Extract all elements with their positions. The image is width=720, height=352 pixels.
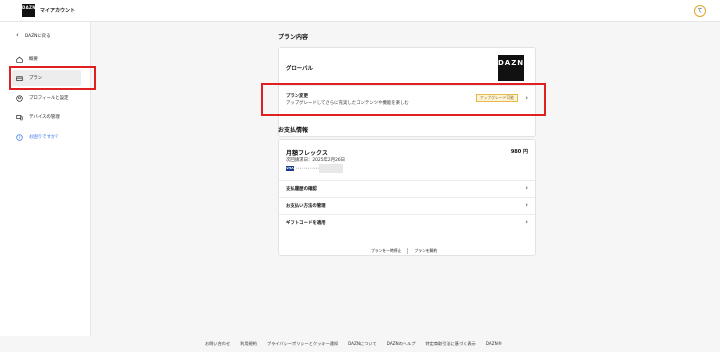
- chevron-left-icon: ‹: [16, 31, 19, 39]
- sidebar-item-plan[interactable]: プラン: [12, 70, 81, 86]
- footer-link-about[interactable]: DAZNについて: [348, 341, 377, 347]
- footer-link-terms[interactable]: 利用規約: [240, 341, 257, 347]
- next-billing-date: 次回請求日：2025年2月26日: [286, 158, 346, 163]
- plan-section-title: プラン内容: [278, 34, 309, 41]
- sidebar-item-overview[interactable]: 概要: [12, 51, 81, 67]
- footer-link-legal[interactable]: 特定商取引法に基づく表示: [425, 341, 475, 347]
- divider: [407, 248, 409, 254]
- profile-icon: [16, 94, 23, 102]
- plan-change-title: プラン変更: [286, 94, 308, 99]
- sidebar-item-label: プロフィールと設定: [29, 96, 69, 101]
- sidebar-item-devices[interactable]: デバイスの管理: [12, 109, 81, 125]
- top-header: DAZN マイアカウント て: [0, 0, 720, 22]
- back-to-dazn-link[interactable]: ‹ DAZNに戻る: [16, 32, 51, 39]
- footer-link-help[interactable]: DAZNのヘルプ: [387, 341, 416, 347]
- chevron-right-icon[interactable]: ›: [525, 95, 528, 102]
- sidebar-item-label: プラン: [29, 76, 43, 81]
- sidebar-item-label: お困りですか？: [29, 135, 60, 140]
- footer-links: お問い合わせ 利用規約 プライバシーポリシーとクッキー通知 DAZNについて D…: [205, 341, 512, 347]
- payment-history-link[interactable]: 支払履歴の確認: [286, 186, 317, 192]
- sidebar-item-profile[interactable]: プロフィールと設定: [12, 90, 81, 106]
- sidebar: ‹ DAZNに戻る 概要 プラン プロフィールと設定 デバイスの管理 ? お困り…: [0, 22, 91, 336]
- payment-section-title: お支払情報: [278, 127, 309, 134]
- plan-card: グローバル DAZN プラン変更 アップグレードしてさらに充実したコンテンツや機…: [278, 47, 536, 137]
- subscription-price: 980 円: [510, 149, 528, 155]
- dazn-plan-logo: DAZN: [498, 55, 524, 81]
- sidebar-item-label: 概要: [29, 57, 38, 62]
- cancel-plan-link[interactable]: プランを解約: [414, 248, 437, 254]
- payment-method-link[interactable]: お支払い方法の管理: [286, 203, 326, 209]
- logo-text: DAZN: [22, 5, 36, 10]
- plan-name: グローバル: [286, 66, 313, 72]
- home-icon: [16, 56, 23, 63]
- footer-copyright: DAZN®: [485, 341, 502, 346]
- card-icon: [16, 75, 23, 81]
- footer-link-privacy[interactable]: プライバシーポリシーとクッキー通知: [267, 341, 338, 347]
- plan-footer-actions: プランを一時停止 プランを解約: [371, 248, 437, 254]
- page-title: マイアカウント: [40, 8, 76, 14]
- divider: [279, 85, 535, 86]
- dazn-plan-logo-text: DAZN: [498, 59, 525, 67]
- chevron-right-icon[interactable]: ›: [525, 202, 528, 209]
- dazn-logo[interactable]: DAZN: [22, 4, 36, 17]
- chevron-right-icon[interactable]: ›: [525, 185, 528, 192]
- subscription-plan: 月額フレックス: [286, 150, 328, 157]
- card-number: •••• •••• ••••: [296, 166, 320, 170]
- divider: [279, 180, 535, 181]
- sidebar-item-label: デバイスの管理: [29, 115, 60, 120]
- plan-change-description: アップグレードしてさらに充実したコンテンツや機能を楽しむ: [286, 101, 409, 106]
- pause-plan-link[interactable]: プランを一時停止: [371, 248, 401, 254]
- devices-icon: [16, 114, 23, 120]
- footer-link-contact[interactable]: お問い合わせ: [205, 341, 230, 347]
- gift-code-link[interactable]: ギフトコードを適用: [286, 220, 326, 226]
- divider: [279, 197, 535, 198]
- svg-text:?: ?: [18, 135, 20, 140]
- payment-card: 月額フレックス 980 円 次回請求日：2025年2月26日 VISA ••••…: [278, 139, 536, 256]
- visa-icon: VISA: [286, 166, 294, 171]
- upgrade-available-badge: アップグレード可能: [475, 94, 518, 102]
- divider: [279, 214, 535, 215]
- avatar[interactable]: て: [694, 5, 706, 17]
- card-mask: [319, 164, 343, 173]
- chevron-right-icon[interactable]: ›: [525, 219, 528, 226]
- sidebar-item-help[interactable]: ? お困りですか？: [12, 129, 81, 145]
- page-footer: お問い合わせ 利用規約 プライバシーポリシーとクッキー通知 DAZNについて D…: [0, 336, 720, 352]
- help-icon: ?: [16, 133, 23, 141]
- back-label: DAZNに戻る: [24, 33, 51, 39]
